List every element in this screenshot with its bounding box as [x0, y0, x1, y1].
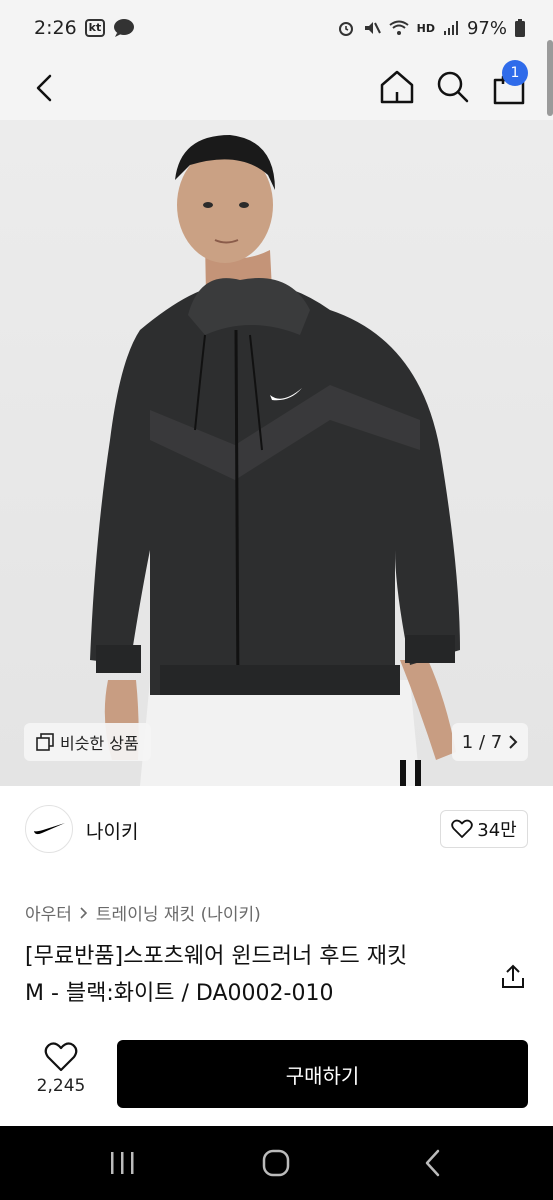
- similar-products-label: 비슷한 상품: [60, 734, 139, 753]
- home-icon: [380, 70, 414, 104]
- battery-percent: 97%: [466, 17, 507, 39]
- recent-apps-icon: [111, 1152, 134, 1174]
- product-image-carousel[interactable]: [0, 120, 553, 786]
- status-bar: 2:26 kt HD 97%: [0, 0, 553, 56]
- image-pager-button[interactable]: 1 / 7: [452, 723, 528, 761]
- category-breadcrumb: 아우터 트레이닝 재킷 (나이키): [25, 900, 261, 925]
- status-time: 2:26: [34, 17, 77, 39]
- status-right: HD 97%: [337, 18, 525, 39]
- product-image: [90, 135, 460, 786]
- home-button[interactable]: [376, 66, 418, 108]
- swoosh-icon: [34, 823, 65, 835]
- search-button[interactable]: [432, 66, 474, 108]
- hd-voice-label: HD: [416, 21, 435, 35]
- buy-button[interactable]: 구매하기: [117, 1040, 528, 1108]
- product-title: [무료반품]스포츠웨어 윈드러너 후드 재킷 M - 블랙:화이트 / DA00…: [25, 938, 480, 1012]
- recent-apps-button[interactable]: [104, 1148, 140, 1178]
- wishlist-count: 2,245: [36, 1076, 86, 1096]
- top-app-bar: [0, 56, 553, 120]
- brand-row: 나이키 34만: [0, 800, 553, 860]
- chat-notification-icon: [114, 19, 135, 37]
- back-button[interactable]: [24, 68, 64, 108]
- mute-icon: [364, 22, 381, 34]
- system-home-button[interactable]: [258, 1146, 294, 1180]
- battery-icon: [515, 19, 525, 37]
- carrier-badge: kt: [84, 19, 106, 37]
- status-left: 2:26 kt: [34, 17, 135, 39]
- wishlist-button[interactable]: 2,245: [28, 1042, 94, 1106]
- image-pager-text: 1 / 7: [461, 731, 503, 753]
- back-arrow-icon: [425, 1149, 440, 1177]
- signal-icon: [443, 21, 458, 35]
- product-title-line1: [무료반품]스포츠웨어 윈드러너 후드 재킷: [25, 944, 408, 969]
- cart-count-badge: 1: [502, 60, 528, 86]
- alarm-icon: [338, 22, 353, 36]
- share-button[interactable]: [498, 962, 528, 992]
- brand-like-button[interactable]: 34만: [440, 810, 528, 848]
- heart-outline-icon: [44, 1042, 78, 1072]
- product-title-line2: M - 블랙:화이트 / DA0002-010: [25, 981, 334, 1006]
- search-icon: [437, 71, 469, 103]
- chevron-right-icon: [509, 735, 518, 749]
- home-circle-icon: [262, 1149, 290, 1177]
- chevron-left-icon: [36, 74, 52, 102]
- similar-products-button[interactable]: 비슷한 상품: [24, 723, 151, 761]
- heart-outline-icon: [451, 819, 474, 838]
- system-back-button[interactable]: [418, 1146, 448, 1180]
- breadcrumb-item-outer[interactable]: 아우터: [25, 900, 72, 925]
- share-icon: [502, 964, 524, 988]
- brand-like-count: 34만: [477, 820, 517, 841]
- system-nav-bar: [0, 1126, 553, 1200]
- breadcrumb-item-category[interactable]: 트레이닝 재킷 (나이키): [96, 900, 261, 925]
- brand-name[interactable]: 나이키: [86, 817, 138, 844]
- brand-logo[interactable]: [25, 805, 73, 853]
- copy-icon: [36, 733, 54, 751]
- wifi-icon: [389, 20, 409, 35]
- scrollbar[interactable]: [547, 40, 553, 116]
- chevron-right-icon: [80, 906, 88, 919]
